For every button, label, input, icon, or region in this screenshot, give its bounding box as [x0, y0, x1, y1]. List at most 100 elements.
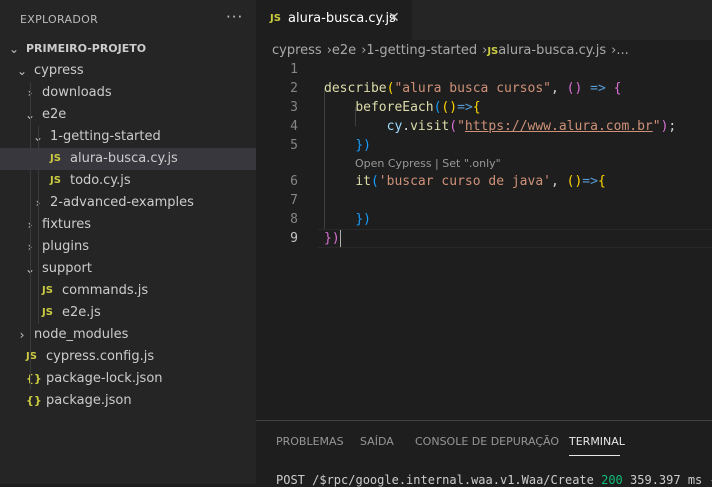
chevron-down-icon: ⌄	[8, 42, 20, 56]
js-file-icon: JS	[487, 46, 499, 57]
code-token: ;	[668, 119, 677, 134]
breadcrumb: cypress ›e2e ›1-getting-started ›JSalura-bu…	[272, 40, 629, 62]
tab-terminal[interactable]: TERMINAL	[569, 435, 625, 448]
tree-item-label: fixtures	[42, 217, 92, 232]
code-token: ,	[550, 174, 567, 189]
tree-item-e2e[interactable]: ⌄e2e	[0, 104, 256, 126]
code-token: {	[597, 174, 606, 189]
line-number: 9	[290, 231, 298, 246]
code-token: {	[613, 81, 622, 96]
code-token: =>	[457, 100, 473, 115]
more-actions-icon[interactable]: ···	[226, 8, 243, 26]
tree-item-label: 1-getting-started	[50, 129, 161, 144]
tab-alura-busca[interactable]: JS alura-busca.cy.js ✕	[256, 0, 412, 40]
tree-item-label: e2e	[42, 107, 67, 122]
tree-item-downloads[interactable]: ›downloads	[0, 82, 256, 104]
terminal-output[interactable]: POST /$rpc/google.internal.waa.v1.Waa/Cr…	[276, 473, 712, 487]
code-token: beforeEach	[355, 100, 434, 115]
code-token: "	[457, 119, 465, 134]
tab-problemas[interactable]: PROBLEMAS	[276, 435, 344, 448]
tree-item-node-modules[interactable]: › node_modules	[0, 324, 256, 346]
js-file-icon: JS	[50, 153, 61, 164]
chevron-right-icon: ›	[19, 328, 25, 342]
code-token: {	[472, 100, 481, 115]
breadcrumb-e2e[interactable]: e2e	[332, 43, 356, 58]
tree-item-primeiro-projeto[interactable]: ⌄ PRIMEIRO-PROJETO	[0, 38, 256, 60]
code-token: visit	[410, 119, 450, 134]
tree-item-label: alura-busca.cy.js	[70, 151, 178, 166]
code-token: })	[355, 212, 371, 227]
js-file-icon: JS	[26, 351, 37, 362]
code-token: ()	[566, 81, 583, 96]
explorer-sidebar: EXPLORADOR ··· ⌄ PRIMEIRO-PROJETO ⌄ cypress…	[0, 0, 256, 484]
tab-label: alura-busca.cy.js	[288, 11, 396, 26]
code-token: .	[402, 119, 411, 134]
code-token: })	[324, 231, 340, 246]
tree-item-cypress[interactable]: ⌄ cypress	[0, 60, 256, 82]
code-token: describe	[324, 81, 387, 96]
breadcrumb-getting-started[interactable]: 1-getting-started	[366, 43, 477, 58]
tree-item-label: downloads	[42, 85, 112, 100]
current-line-highlight	[318, 229, 712, 248]
code-line-6: it('buscar curso de java', ()=>{	[324, 172, 606, 191]
editor-group: JS alura-busca.cy.js ✕ cypress ›e2e ›1-get…	[256, 0, 712, 420]
breadcrumb-more[interactable]: ...	[616, 43, 628, 58]
code-token: =>	[582, 174, 598, 189]
tab-console-depuracao[interactable]: CONSOLE DE DEPURAÇÃO	[415, 435, 559, 448]
breadcrumb-cypress[interactable]: cypress	[272, 43, 322, 58]
line-number: 6	[290, 174, 298, 189]
code-token: cy	[386, 119, 403, 134]
json-file-icon: {}	[26, 372, 42, 385]
tree-item-label: cypress	[34, 63, 84, 78]
line-number: 3	[290, 100, 298, 115]
explorer-header: EXPLORADOR ···	[0, 0, 256, 40]
tree-item-label: support	[42, 261, 92, 276]
code-token: (	[449, 119, 458, 134]
tree-item-package-lock-json[interactable]: {} package-lock.json	[0, 368, 256, 390]
code-line-9: })	[324, 229, 341, 248]
code-line-4: cy.visit("https://www.alura.com.br");	[324, 117, 677, 136]
code-line-8: })	[324, 210, 371, 229]
codelens[interactable]: Open Cypress | Set ".only"	[355, 156, 501, 172]
line-number: 8	[290, 212, 298, 227]
line-number: 2	[290, 81, 298, 96]
code-token: "alura busca cursos"	[394, 81, 551, 96]
tab-saida[interactable]: SAÍDA	[360, 435, 394, 448]
tree-item-label: node_modules	[34, 327, 129, 342]
code-line-3: beforeEach(()=>{	[324, 98, 481, 117]
code-token: 'buscar curso de java'	[378, 174, 551, 189]
code-token: (	[370, 174, 379, 189]
tree-item-label: package-lock.json	[46, 371, 163, 386]
code-line-2: describe("alura busca cursos", () => {	[324, 79, 621, 98]
terminal-status: 200	[601, 473, 623, 487]
code-token: ()	[441, 100, 458, 115]
chevron-down-icon: ⌄	[16, 64, 28, 78]
code-token: "	[652, 119, 661, 134]
tree-item-label: PRIMEIRO-PROJETO	[26, 42, 147, 55]
code-token: =>	[582, 81, 614, 96]
tree-item-label: e2e.js	[62, 305, 101, 320]
js-file-icon: JS	[42, 307, 53, 318]
tree-item-label: commands.js	[62, 283, 149, 298]
tree-item-package-json[interactable]: {} package.json	[0, 390, 256, 412]
line-number: 1	[290, 62, 298, 77]
line-number: 4	[290, 119, 298, 134]
close-icon[interactable]: ✕	[388, 10, 400, 26]
explorer-title: EXPLORADOR	[20, 13, 99, 26]
tab-bar: JS alura-busca.cy.js ✕	[256, 0, 712, 40]
code-token: ()	[566, 174, 583, 189]
tree-item-cypress-config-js[interactable]: JS cypress.config.js	[0, 346, 256, 368]
tree-item-label: package.json	[46, 393, 132, 408]
tree-item-label: todo.cy.js	[70, 173, 131, 188]
js-file-icon: JS	[42, 285, 53, 296]
terminal-text: POST /$rpc/google.internal.waa.v1.Waa/Cr…	[276, 473, 602, 487]
breadcrumb-file[interactable]: alura-busca.cy.js	[498, 43, 606, 58]
js-file-icon: JS	[270, 13, 281, 24]
tree-item-label: 2-advanced-examples	[50, 195, 194, 210]
json-file-icon: {}	[26, 394, 42, 407]
code-token: })	[355, 138, 371, 153]
code-token: it	[355, 174, 371, 189]
code-token: ,	[551, 81, 567, 96]
tree-item-label: cypress.config.js	[46, 349, 155, 364]
url-link[interactable]: https://www.alura.com.br	[465, 119, 653, 134]
